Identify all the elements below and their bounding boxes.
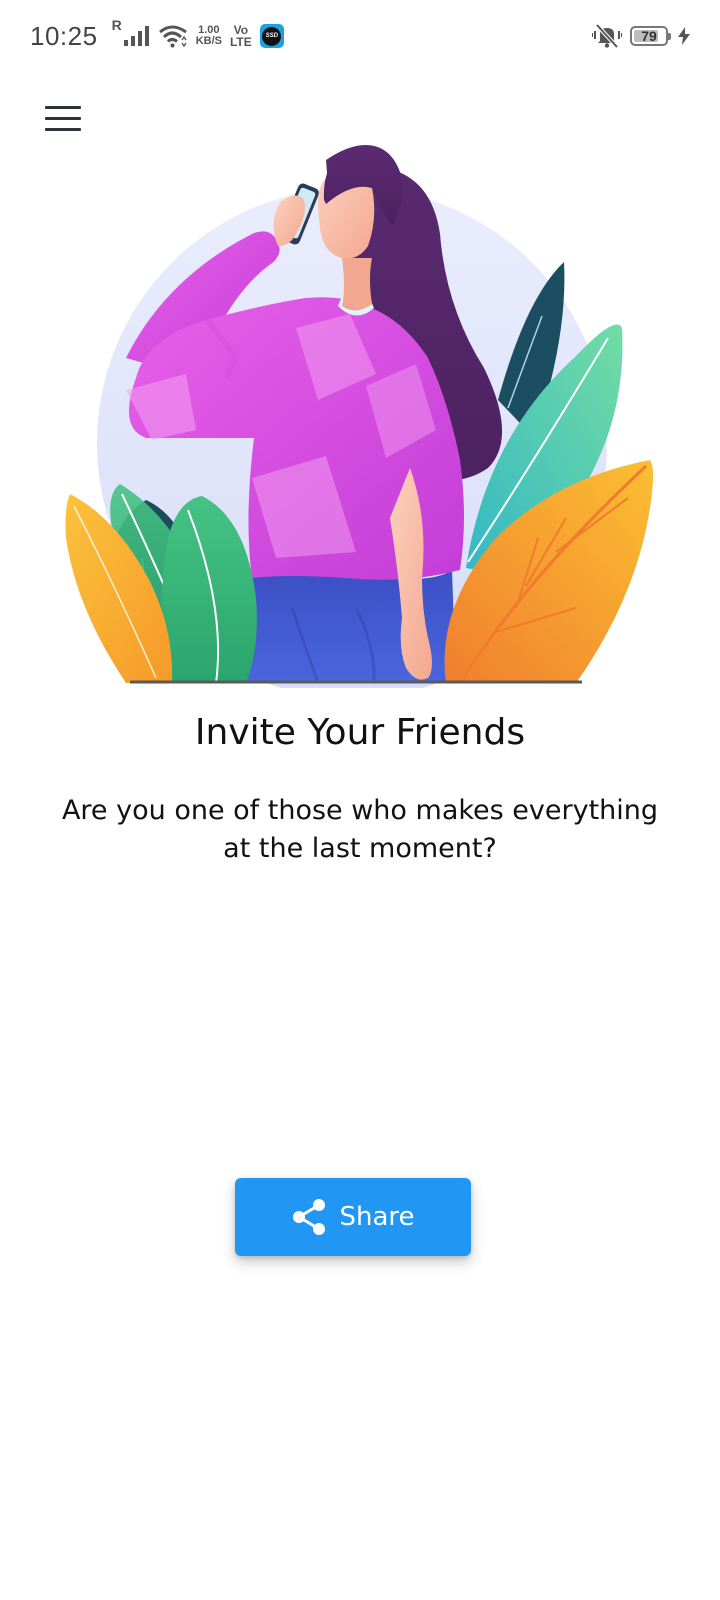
network-speed-unit: KB/S [195,35,222,47]
invite-screen: 10:25 R 1.00 KB/S Vo LTE SSD 79 Invite Y… [0,0,720,1600]
roaming-indicator: R [111,17,122,33]
menu-bar-middle [45,116,81,120]
hamburger-menu-icon[interactable] [40,98,86,138]
status-left: 10:25 R 1.00 KB/S Vo LTE SSD [30,17,284,55]
menu-bar-top [45,105,81,109]
wifi-icon [158,25,187,48]
signal-icon [123,26,149,46]
status-time: 10:25 [30,20,98,51]
page-title: Invite Your Friends [194,712,526,753]
battery-level: 79 [641,28,657,44]
status-right: 79 [592,23,690,49]
status-bar: 10:25 R 1.00 KB/S Vo LTE SSD 79 [0,0,720,72]
woman-on-phone-illustration [65,145,653,688]
volte-bottom: LTE [229,35,252,49]
volte-indicator: Vo LTE [230,24,252,48]
share-button[interactable]: Share [235,1178,471,1256]
vibrate-icon [592,23,622,49]
ssd-app-label: SSD [262,26,282,46]
ssd-app-icon: SSD [259,24,284,48]
share-button-label: Share [339,1202,415,1232]
battery-icon: 79 [630,26,671,46]
page-subtitle: Are you one of those who makes everythin… [61,795,659,864]
charging-icon [678,27,690,45]
network-speed: 1.00 KB/S [196,25,222,47]
menu-bar-bottom [45,127,81,131]
share-icon [293,1199,326,1235]
